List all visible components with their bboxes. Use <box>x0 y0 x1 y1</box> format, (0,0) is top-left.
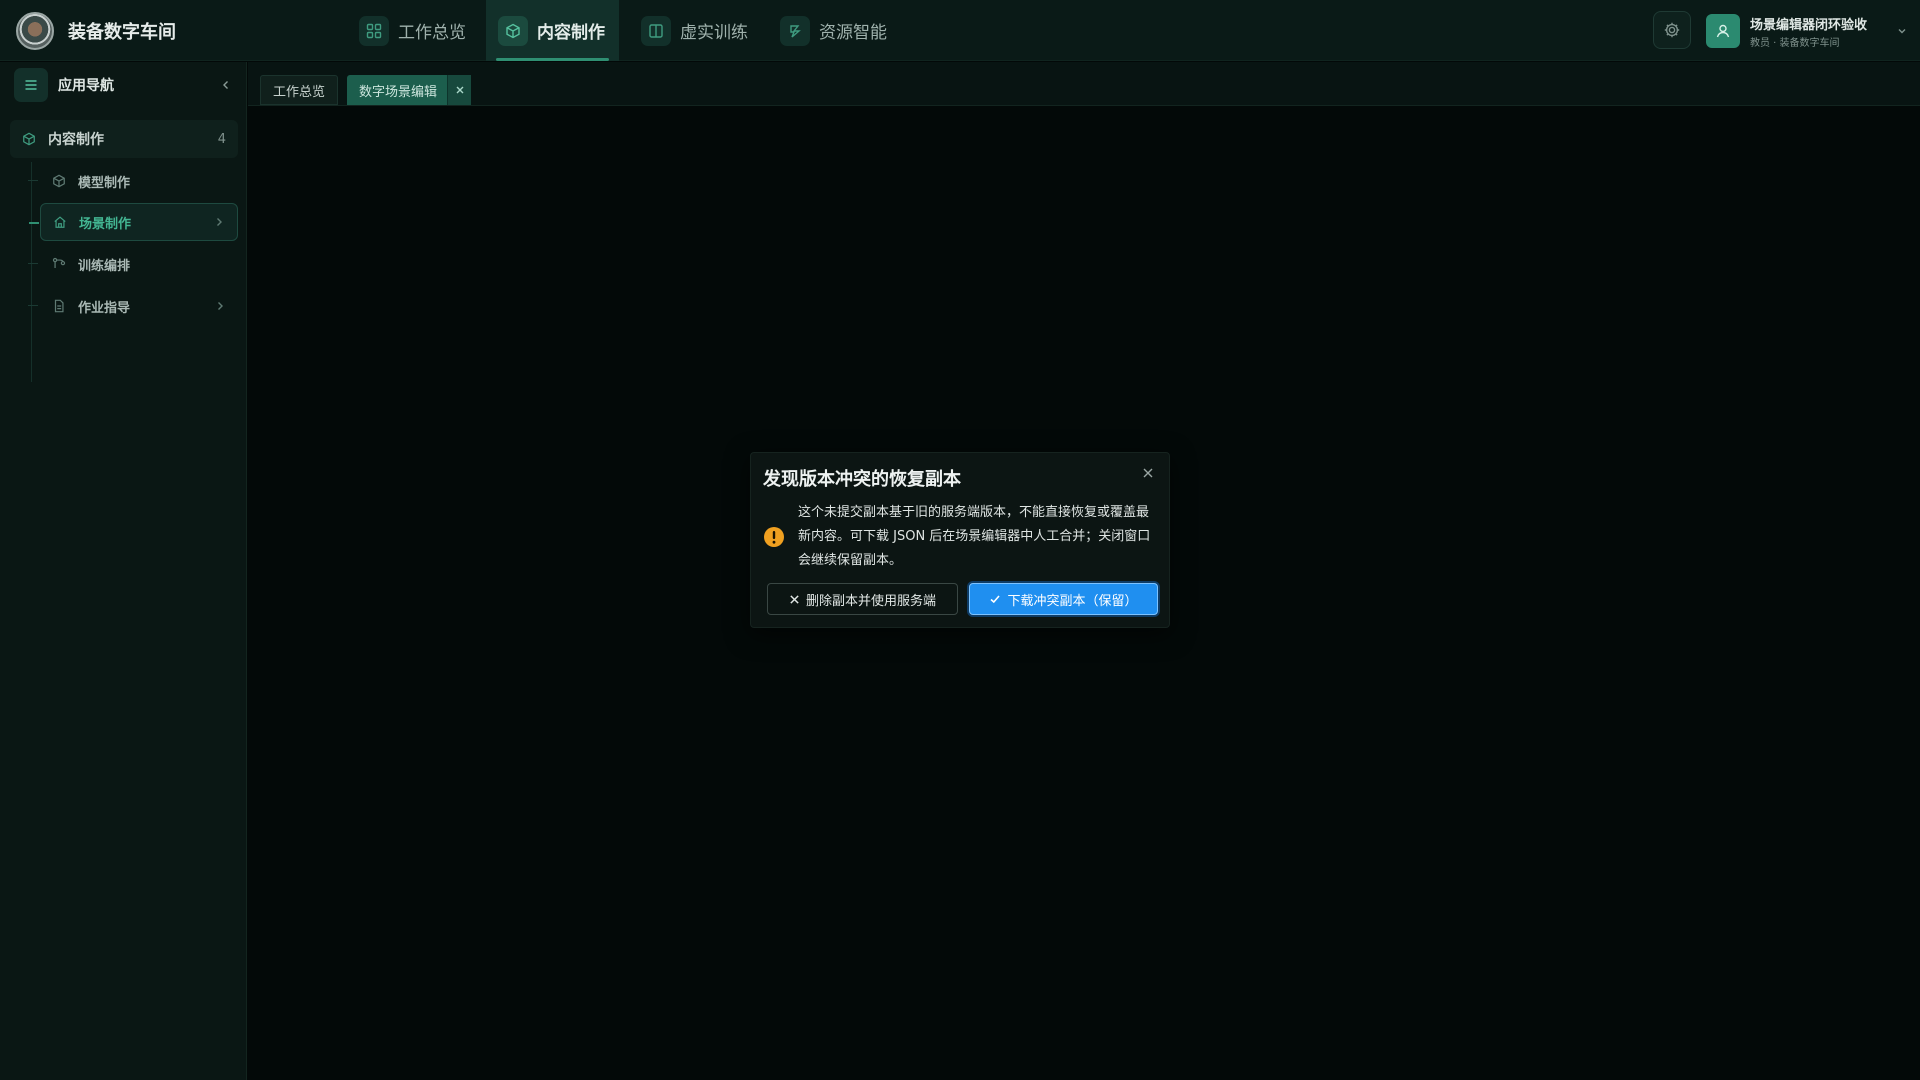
topnav-item-resources[interactable]: 资源智能 <box>776 0 897 61</box>
grid-icon <box>359 15 389 46</box>
sidebar-group-label: 内容制作 <box>48 132 104 148</box>
check-icon <box>990 595 1001 604</box>
topnav-item-content[interactable]: 内容制作 <box>486 0 619 61</box>
app-title: 装备数字车间 <box>68 22 176 43</box>
topnav-label: 资源智能 <box>819 23 887 43</box>
topnav-label: 内容制作 <box>537 23 605 43</box>
document-icon <box>54 299 64 313</box>
user-info: 场景编辑器闭环验收 教员 · 装备数字车间 <box>1750 14 1890 49</box>
user-icon <box>1716 24 1730 38</box>
brand-logo-icon <box>16 12 54 50</box>
avatar <box>1706 14 1740 48</box>
home-icon <box>54 216 66 228</box>
sidebar-item-scene[interactable]: 场景制作 <box>29 203 238 241</box>
sidebar-item-model[interactable]: 模型制作 <box>28 162 238 200</box>
sidebar: 应用导航 内容制作 4 模型制作 场景制作 训练编排 作业指导 <box>0 62 247 1080</box>
chevron-right-icon <box>218 302 223 310</box>
tree-line <box>31 162 32 382</box>
sidebar-group-content[interactable]: 内容制作 4 <box>10 120 238 158</box>
sidebar-header: 应用导航 <box>14 68 236 102</box>
dialog-close-button[interactable] <box>1139 464 1157 482</box>
tab-close-button[interactable] <box>447 75 472 105</box>
cube-icon <box>23 132 35 146</box>
gear-icon <box>1664 22 1680 38</box>
flow-icon <box>52 257 66 268</box>
book-icon <box>641 15 671 46</box>
topnav-label: 虚实训练 <box>680 23 748 43</box>
tree-tick <box>28 180 38 181</box>
top-nav: 工作总览 内容制作 虚实训练 资源智能 <box>355 0 915 61</box>
top-bar: 装备数字车间 工作总览 内容制作 虚实训练 资源智能 场景编辑器闭环验收 教员 … <box>0 0 1920 61</box>
close-icon <box>790 594 799 604</box>
app-root: 装备数字车间 工作总览 内容制作 虚实训练 资源智能 场景编辑器闭环验收 教员 … <box>0 0 1920 1080</box>
tab-label: 工作总览 <box>273 84 326 100</box>
close-icon <box>456 86 464 94</box>
tree-tick <box>28 263 38 264</box>
dialog-title: 发现版本冲突的恢复副本 <box>763 469 961 490</box>
user-role: 教员 · 装备数字车间 <box>1750 37 1840 49</box>
spark-icon <box>780 15 810 46</box>
download-conflict-copy-button[interactable]: 下载冲突副本（保留） <box>969 583 1158 615</box>
tab-scene-editor[interactable]: 数字场景编辑 <box>347 75 472 105</box>
topnav-label: 工作总览 <box>398 23 466 43</box>
tab-label: 数字场景编辑 <box>359 84 438 100</box>
tabs-bar: 工作总览 数字场景编辑 <box>248 62 1920 106</box>
sidebar-item-label: 场景制作 <box>79 216 132 232</box>
menu-button[interactable] <box>14 68 48 102</box>
sidebar-item-label: 模型制作 <box>78 175 131 191</box>
settings-button[interactable] <box>1653 11 1691 49</box>
tree-tick <box>29 222 39 224</box>
chevron-right-icon <box>217 218 222 226</box>
sidebar-item-work-guide[interactable]: 作业指导 <box>28 287 238 325</box>
button-label: 删除副本并使用服务端 <box>805 593 936 609</box>
menu-icon <box>25 80 37 90</box>
chevron-down-icon <box>1898 29 1906 34</box>
chevron-left-icon <box>223 81 228 89</box>
close-icon <box>1143 468 1153 478</box>
sidebar-item-label: 作业指导 <box>78 300 131 316</box>
tree-tick <box>28 305 38 306</box>
topnav-item-overview[interactable]: 工作总览 <box>355 0 476 61</box>
warning-icon <box>764 527 784 547</box>
tab-overview[interactable]: 工作总览 <box>260 75 339 105</box>
collapse-sidebar-button[interactable] <box>216 75 236 95</box>
sidebar-title: 应用导航 <box>58 78 114 94</box>
delete-copy-use-server-button[interactable]: 删除副本并使用服务端 <box>767 583 958 615</box>
brand[interactable]: 装备数字车间 <box>16 11 176 51</box>
button-label: 下载冲突副本（保留） <box>1007 593 1138 609</box>
sidebar-item-label: 训练编排 <box>78 258 131 274</box>
sidebar-item-training-flow[interactable]: 训练编排 <box>28 245 238 283</box>
version-conflict-dialog: 发现版本冲突的恢复副本 这个未提交副本基于旧的服务端版本，不能直接恢复或覆盖最新… <box>750 452 1170 628</box>
user-menu[interactable]: 场景编辑器闭环验收 教员 · 装备数字车间 <box>1706 13 1908 49</box>
dialog-message: 这个未提交副本基于旧的服务端版本，不能直接恢复或覆盖最新内容。可下载 JSON … <box>798 505 1151 568</box>
cube-icon <box>498 15 528 46</box>
user-name: 场景编辑器闭环验收 <box>1750 17 1868 33</box>
cube-icon <box>53 174 65 188</box>
topnav-item-training[interactable]: 虚实训练 <box>637 0 758 61</box>
sidebar-group-count: 4 <box>217 131 226 147</box>
